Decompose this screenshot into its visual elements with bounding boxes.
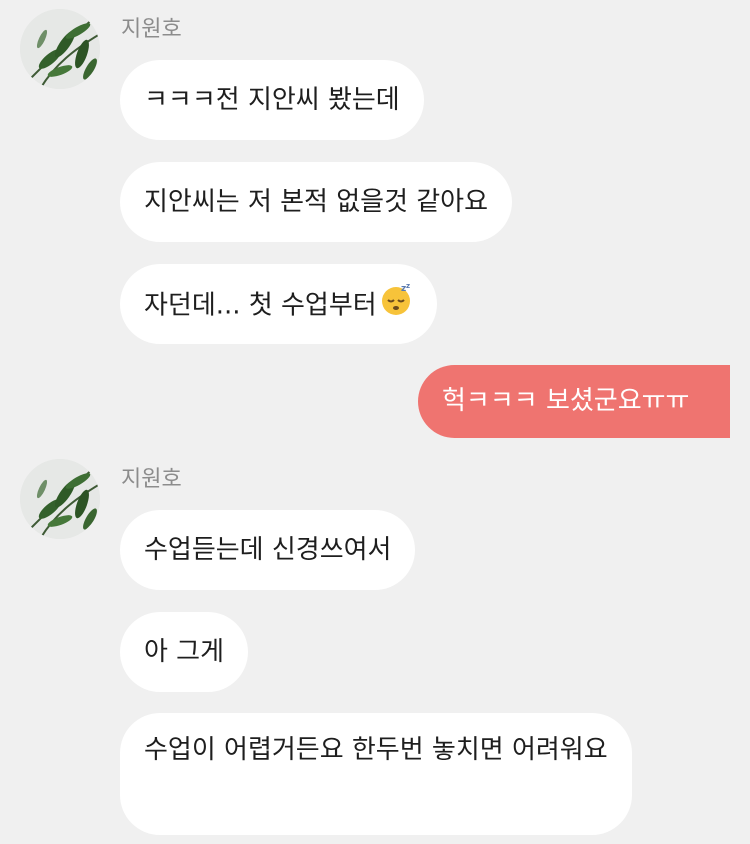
outgoing-message-bubble[interactable]: 헉ㅋㅋㅋ 보셨군요ㅠㅠ	[418, 365, 730, 438]
svg-text:z: z	[406, 282, 410, 290]
sender-name: 지원호	[121, 467, 182, 492]
avatar[interactable]	[20, 459, 100, 539]
sleeping-face-icon: z z	[379, 282, 413, 330]
message-bubble[interactable]: 아 그게	[120, 612, 249, 692]
avatar[interactable]	[20, 9, 100, 89]
message-bubble[interactable]: 지안씨는 저 본적 없을것 같아요	[120, 162, 513, 242]
message-bubble[interactable]: 수업듣는데 신경쓰여서	[120, 510, 416, 590]
plant-leaves-avatar-icon	[20, 9, 100, 89]
message-bubble[interactable]: ㅋㅋㅋ전 지안씨 봤는데	[120, 60, 424, 140]
plant-leaves-avatar-icon	[20, 459, 100, 539]
message-bubble[interactable]: 수업이 어렵거든요 한두번 놓치면 어려워요	[120, 713, 632, 835]
message-bubble[interactable]: 자던데... 첫 수업부터 z z	[120, 264, 437, 344]
sender-name: 지원호	[121, 17, 182, 42]
message-text: 자던데... 첫 수업부터	[144, 290, 377, 321]
